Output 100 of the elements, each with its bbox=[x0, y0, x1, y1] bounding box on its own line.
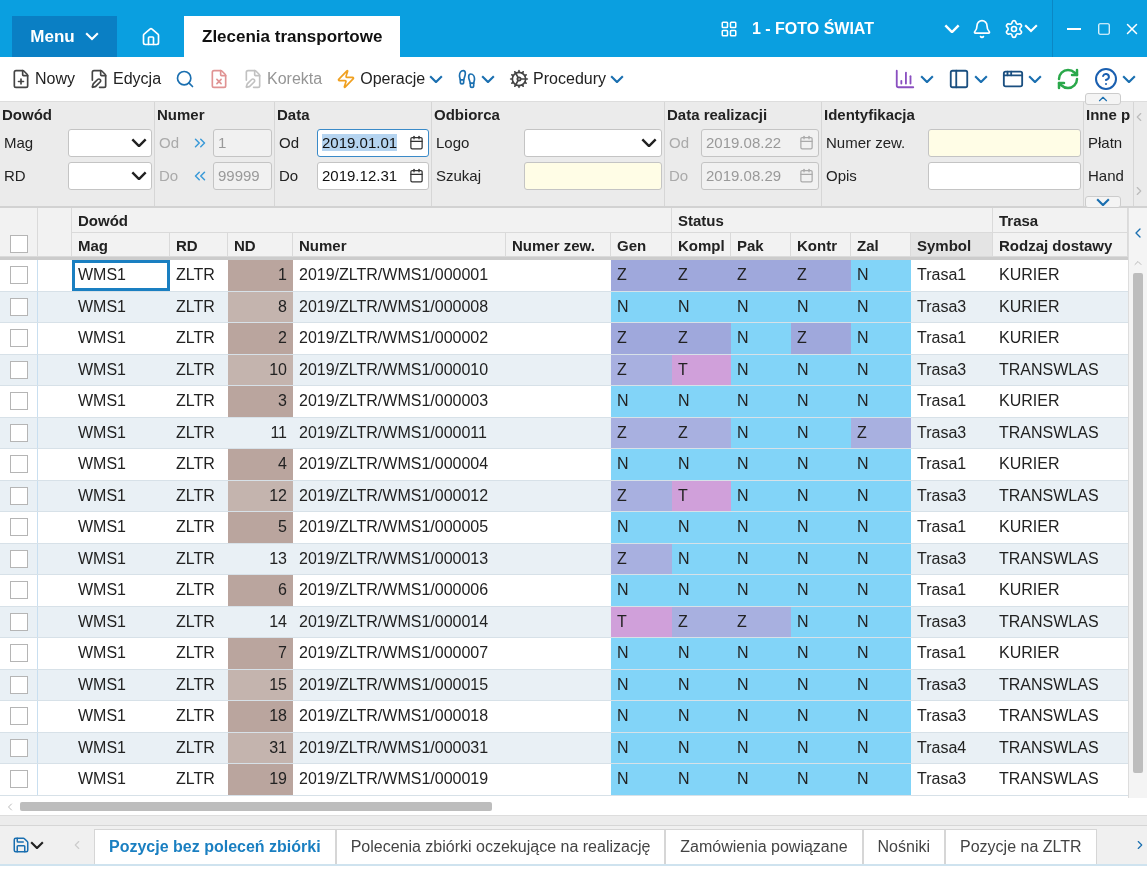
field-label: Płatn bbox=[1087, 134, 1124, 151]
search-field[interactable] bbox=[524, 161, 662, 190]
table-cell-text: 11 bbox=[269, 422, 288, 443]
column-group-header: Dowód bbox=[72, 208, 672, 233]
row-checkbox[interactable] bbox=[9, 675, 28, 694]
table-cell: 12 bbox=[228, 480, 293, 511]
status-cell: N bbox=[851, 606, 911, 637]
row-checkbox[interactable] bbox=[9, 707, 28, 726]
status-cell: N bbox=[672, 449, 731, 480]
collapse-button[interactable] bbox=[1085, 93, 1121, 105]
filter-group-title: Data realizacji bbox=[667, 106, 769, 125]
table-cell-text: WMS1 bbox=[77, 737, 127, 758]
calendar-icon bbox=[799, 135, 814, 150]
column-header[interactable]: RD bbox=[170, 233, 228, 257]
row-checkbox[interactable] bbox=[9, 486, 28, 505]
lightning-icon bbox=[336, 69, 357, 89]
table-cell-text: WMS1 bbox=[77, 643, 127, 664]
help-icon bbox=[1094, 67, 1118, 91]
toolbar-button[interactable]: Procedury bbox=[502, 65, 632, 93]
status-cell: N bbox=[611, 449, 672, 480]
row-checkbox[interactable] bbox=[9, 266, 28, 285]
column-header[interactable]: Numer bbox=[293, 233, 506, 257]
filter-group-title: Identyfikacja bbox=[824, 106, 916, 125]
row-checkbox[interactable] bbox=[9, 360, 28, 379]
toolbar-button[interactable]: Operacje bbox=[329, 65, 451, 93]
table-cell-text: Trasa1 bbox=[916, 643, 968, 664]
table-cell-text: TRANSWLAS bbox=[998, 737, 1100, 758]
column-header[interactable]: Mag bbox=[72, 233, 170, 257]
field-label: Od bbox=[278, 134, 300, 151]
table-cell-text: Trasa3 bbox=[916, 769, 968, 790]
table-cell: 6 bbox=[228, 575, 293, 606]
vertical-scrollbar[interactable] bbox=[1128, 208, 1147, 798]
row-checkbox[interactable] bbox=[9, 770, 28, 789]
table-cell-text: ZLTR bbox=[175, 296, 216, 317]
row-checkbox[interactable] bbox=[9, 549, 28, 568]
tab[interactable]: Pozycje bez poleceń zbiórki bbox=[94, 829, 336, 864]
table-cell-text: 2019/ZLTR/WMS1/000008 bbox=[298, 296, 490, 317]
chevron-down-icon bbox=[84, 32, 99, 41]
status-cell: N bbox=[791, 291, 851, 322]
select-field[interactable] bbox=[68, 128, 152, 157]
table-cell-text: WMS1 bbox=[77, 359, 127, 380]
status-cell: Z bbox=[611, 260, 672, 291]
field-label: Od bbox=[668, 134, 690, 151]
table-cell-text: 2019/ZLTR/WMS1/000003 bbox=[298, 391, 490, 412]
status-cell: Z bbox=[672, 417, 731, 448]
tab[interactable]: Nośniki bbox=[862, 829, 945, 864]
chevron-down-icon bbox=[131, 137, 147, 148]
table-cell-text: ZLTR bbox=[175, 517, 216, 538]
menu-button[interactable]: Menu bbox=[12, 16, 117, 57]
select-all-checkbox[interactable] bbox=[9, 235, 28, 253]
column-header[interactable]: Kompl bbox=[672, 233, 731, 257]
toolbar-button[interactable]: Nowy bbox=[4, 65, 82, 93]
tab[interactable]: Polecenia zbiórki oczekujące na realizację bbox=[335, 829, 666, 864]
table-cell-text: WMS1 bbox=[77, 454, 127, 475]
row-checkbox[interactable] bbox=[9, 423, 28, 442]
column-header[interactable]: Kontr bbox=[791, 233, 851, 257]
row-checkbox[interactable] bbox=[9, 297, 28, 316]
row-checkbox[interactable] bbox=[9, 738, 28, 757]
select-field[interactable] bbox=[68, 161, 152, 190]
column-header[interactable]: Rodzaj dostawy bbox=[993, 233, 1128, 257]
row-checkbox[interactable] bbox=[9, 644, 28, 663]
row-checkbox[interactable] bbox=[9, 581, 28, 600]
status-cell: N bbox=[851, 512, 911, 543]
expand-button[interactable] bbox=[1085, 196, 1121, 208]
column-header[interactable]: Gen bbox=[611, 233, 672, 257]
row-checkbox[interactable] bbox=[9, 518, 28, 537]
column-header[interactable]: Zal bbox=[851, 233, 911, 257]
tab[interactable]: Pozycje na ZLTR bbox=[945, 829, 1097, 864]
row-checkbox[interactable] bbox=[9, 455, 28, 474]
search-field[interactable] bbox=[928, 128, 1081, 157]
table-cell: 8 bbox=[228, 291, 293, 322]
status-cell: N bbox=[791, 701, 851, 732]
table-cell-text: 2019/ZLTR/WMS1/000018 bbox=[298, 706, 490, 727]
select-field[interactable] bbox=[524, 128, 662, 157]
row-checkbox[interactable] bbox=[9, 392, 28, 411]
column-header[interactable]: Pak bbox=[731, 233, 791, 257]
status-cell: N bbox=[611, 512, 672, 543]
column-header[interactable]: Symbol bbox=[911, 233, 993, 257]
row-checkbox[interactable] bbox=[9, 612, 28, 631]
date-field[interactable]: 2019.01.01 bbox=[317, 128, 429, 157]
date-field[interactable]: 2019.12.31 bbox=[317, 161, 429, 190]
status-cell: Z bbox=[611, 480, 672, 511]
column-header[interactable]: Numer zew. bbox=[506, 233, 611, 257]
toolbar-button[interactable]: Edycja bbox=[82, 65, 169, 93]
input-field[interactable] bbox=[928, 161, 1081, 190]
table-cell-text: Trasa3 bbox=[916, 485, 968, 506]
document-tab[interactable]: Zlecenia transportowe bbox=[184, 16, 401, 57]
table-cell-text: 2019/ZLTR/WMS1/000011 bbox=[298, 422, 488, 443]
status-cell: N bbox=[611, 291, 672, 322]
row-checkbox[interactable] bbox=[9, 329, 28, 348]
chevron-down-icon bbox=[30, 840, 44, 850]
status-cell: N bbox=[851, 386, 911, 417]
table-cell: 2 bbox=[228, 323, 293, 354]
table-cell-text: Trasa1 bbox=[916, 265, 968, 286]
table-cell-text: 2019/ZLTR/WMS1/000015 bbox=[298, 674, 490, 695]
column-header[interactable]: ND bbox=[228, 233, 293, 257]
status-cell: N bbox=[791, 512, 851, 543]
table-cell-text: TRANSWLAS bbox=[998, 548, 1100, 569]
tab[interactable]: Zamówienia powiązane bbox=[665, 829, 863, 864]
file-plus-icon bbox=[11, 69, 31, 89]
